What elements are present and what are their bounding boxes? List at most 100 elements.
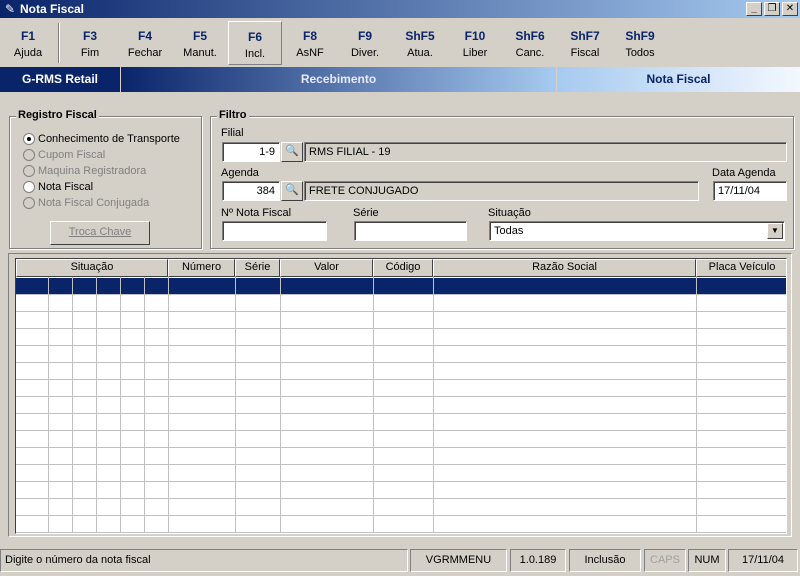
- grid-hline: [16, 311, 786, 312]
- radio-nota-fiscal[interactable]: Nota Fiscal: [23, 181, 93, 195]
- agenda-search-button[interactable]: 🔍: [281, 181, 303, 201]
- filial-search-button[interactable]: 🔍: [281, 142, 303, 162]
- key-caption: Fim: [80, 47, 100, 59]
- key-caption: Manut.: [183, 47, 217, 59]
- key-caption: Fiscal: [570, 47, 600, 59]
- status-hint: Digite o número da nota fiscal: [0, 549, 408, 572]
- grid-vline: [144, 277, 145, 533]
- radio-dot: [23, 197, 35, 210]
- grid-hline: [16, 481, 786, 482]
- data-agenda-label: Data Agenda: [712, 167, 776, 179]
- shf7-fiscal-button[interactable]: ShF7 Fiscal: [558, 21, 612, 65]
- minimize-button[interactable]: _: [746, 2, 762, 16]
- function-key-toolbar: F1 Ajuda F3 Fim F4 Fechar F5 Manut. F6 Incl. …: [0, 19, 800, 65]
- col-numero[interactable]: Número: [168, 259, 235, 277]
- f5-manut-button[interactable]: F5 Manut.: [173, 21, 227, 65]
- grid-vline: [280, 277, 281, 533]
- f6-incl-button[interactable]: F6 Incl.: [228, 21, 282, 65]
- agenda-name-field: FRETE CONJUGADO: [304, 181, 699, 201]
- radio-label: Maquina Registradora: [38, 165, 147, 177]
- f3-fim-button[interactable]: F3 Fim: [63, 21, 117, 65]
- app-name: G-RMS Retail: [0, 67, 120, 92]
- col-razao-social[interactable]: Razão Social: [433, 259, 696, 277]
- data-agenda-field[interactable]: 17/11/04: [713, 181, 787, 201]
- key-caption: Liber: [462, 47, 488, 59]
- shf6-canc-button[interactable]: ShF6 Canc.: [503, 21, 557, 65]
- filial-code-field[interactable]: 1-9: [222, 142, 280, 162]
- close-button[interactable]: ✕: [782, 2, 798, 16]
- key-label: ShF5: [405, 29, 435, 43]
- status-caps: CAPS: [644, 549, 686, 572]
- col-serie[interactable]: Série: [235, 259, 280, 277]
- situacao-dropdown[interactable]: Todas ▼: [489, 221, 785, 241]
- key-caption: Incl.: [244, 48, 266, 60]
- status-date: 17/11/04: [728, 549, 798, 572]
- key-label: F8: [302, 29, 317, 43]
- col-situacao[interactable]: Situação: [16, 259, 168, 277]
- grid-vline: [72, 277, 73, 533]
- key-caption: Diver.: [350, 47, 380, 59]
- radio-cupom-fiscal[interactable]: Cupom Fiscal: [23, 149, 105, 163]
- radio-conhecimento-transporte[interactable]: Conhecimento de Transporte: [23, 133, 180, 147]
- key-label: ShF9: [625, 29, 655, 43]
- troca-chave-button[interactable]: Troca Chave: [50, 221, 150, 245]
- grid-hline: [16, 379, 786, 380]
- restore-button[interactable]: ❐: [764, 2, 780, 16]
- grid-hline: [16, 413, 786, 414]
- shf9-todos-button[interactable]: ShF9 Todos: [613, 21, 667, 65]
- agenda-code-field[interactable]: 384: [222, 181, 280, 201]
- grid-hline: [16, 515, 786, 516]
- grid-hline: [16, 447, 786, 448]
- key-label: ShF7: [570, 29, 600, 43]
- key-label: F3: [82, 29, 97, 43]
- grid-hline: [16, 362, 786, 363]
- col-placa-veiculo[interactable]: Placa Veículo: [696, 259, 786, 277]
- key-label: ShF6: [515, 29, 545, 43]
- grid-vline: [96, 277, 97, 533]
- module-name: Recebimento: [121, 67, 556, 92]
- key-label: F5: [192, 29, 207, 43]
- f9-diver-button[interactable]: F9 Diver.: [338, 21, 392, 65]
- key-caption: Canc.: [515, 47, 545, 59]
- radio-label: Nota Fiscal: [38, 181, 94, 193]
- col-valor[interactable]: Valor: [280, 259, 373, 277]
- grid-hline: [16, 464, 786, 465]
- title-bar: ✎ Nota Fiscal _ ❐ ✕: [0, 0, 800, 18]
- grid-hline: [16, 430, 786, 431]
- filtro-title: Filtro: [217, 109, 249, 121]
- registro-fiscal-title: Registro Fiscal: [16, 109, 99, 121]
- key-label: F4: [137, 29, 152, 43]
- serie-input[interactable]: [354, 221, 467, 241]
- grid-hline: [16, 396, 786, 397]
- filial-label: Filial: [221, 127, 244, 139]
- key-caption: Fechar: [127, 47, 163, 59]
- grid-vline: [120, 277, 121, 533]
- key-label: F6: [247, 30, 262, 44]
- binoculars-icon: 🔍: [285, 184, 299, 196]
- radio-dot: [23, 133, 35, 146]
- filial-name-field: RMS FILIAL - 19: [304, 142, 787, 162]
- radio-nota-fiscal-conjugada[interactable]: Nota Fiscal Conjugada: [23, 197, 149, 211]
- f8-asnf-button[interactable]: F8 AsNF: [283, 21, 337, 65]
- f1-help-button[interactable]: F1 Ajuda: [1, 21, 55, 65]
- agenda-label: Agenda: [221, 167, 259, 179]
- selected-row[interactable]: [16, 278, 786, 294]
- nota-fiscal-grid[interactable]: Situação Número Série Valor Código Razão…: [15, 258, 787, 534]
- status-menu: VGRMMENU: [410, 549, 507, 572]
- chevron-down-icon[interactable]: ▼: [767, 223, 783, 239]
- col-codigo[interactable]: Código: [373, 259, 433, 277]
- situacao-label: Situação: [488, 207, 531, 219]
- shf5-atua-button[interactable]: ShF5 Atua.: [393, 21, 447, 65]
- grid-panel: Situação Número Série Valor Código Razão…: [8, 253, 792, 537]
- f10-liber-button[interactable]: F10 Liber: [448, 21, 502, 65]
- key-caption: Todos: [625, 47, 655, 59]
- situacao-value: Todas: [494, 225, 524, 237]
- nota-fiscal-input[interactable]: [222, 221, 327, 241]
- radio-dot: [23, 181, 35, 194]
- key-caption: AsNF: [296, 47, 324, 59]
- grid-vline: [433, 277, 434, 533]
- key-caption: Atua.: [407, 47, 433, 59]
- f4-fechar-button[interactable]: F4 Fechar: [118, 21, 172, 65]
- nota-fiscal-label: Nº Nota Fiscal: [221, 207, 292, 219]
- radio-maquina-registradora[interactable]: Maquina Registradora: [23, 165, 146, 179]
